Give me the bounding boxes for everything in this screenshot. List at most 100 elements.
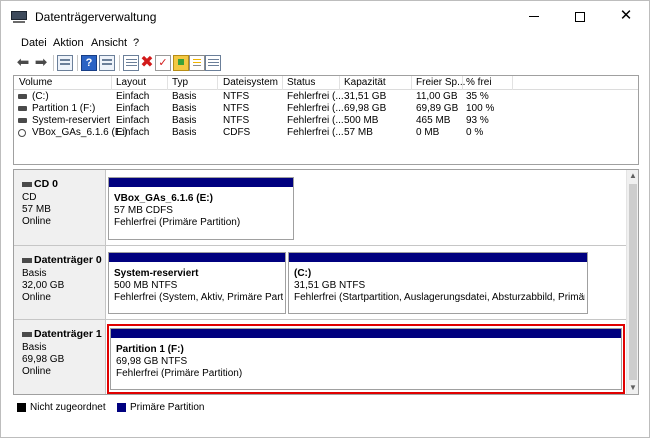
legend: Nicht zugeordnet Primäre Partition bbox=[13, 397, 639, 419]
menu-datei[interactable]: Datei bbox=[21, 37, 47, 49]
volume-dateisystem: NTFS bbox=[223, 103, 250, 114]
disk-management-app-icon bbox=[11, 11, 27, 23]
volume-layout: Einfach bbox=[116, 103, 150, 114]
volume-frei: 69,89 GB bbox=[416, 103, 459, 114]
volume-kapazitaet: 31,51 GB bbox=[344, 91, 387, 102]
forward-arrow-icon[interactable]: ➡ bbox=[33, 55, 49, 71]
scroll-down-icon[interactable]: ▼ bbox=[627, 382, 638, 394]
disk-label-datentraeger0[interactable]: Datenträger 0 Basis 32,00 GB Online bbox=[14, 246, 106, 319]
title-bar[interactable]: Datenträgerverwaltung ✕ bbox=[1, 1, 649, 33]
volume-name: Partition 1 (F:) bbox=[32, 103, 96, 114]
volume-frei: 465 MB bbox=[416, 115, 451, 126]
disk-icon bbox=[18, 106, 27, 111]
list-view-icon[interactable] bbox=[57, 55, 73, 71]
volume-status: Fehlerfrei (... bbox=[287, 103, 344, 114]
volume-dateisystem: CDFS bbox=[223, 127, 251, 138]
disk-name: Datenträger 1 bbox=[34, 328, 102, 340]
primary-partition-bar bbox=[109, 178, 293, 187]
column-prozent-frei[interactable]: % frei bbox=[466, 77, 492, 88]
volume-row[interactable]: System-reserviert Einfach Basis NTFS Feh… bbox=[14, 115, 638, 127]
partition-size: 69,98 GB NTFS bbox=[116, 356, 188, 367]
volume-list-header: Volume Layout Typ Dateisystem Status Kap… bbox=[14, 76, 638, 90]
properties-icon[interactable] bbox=[99, 55, 115, 71]
volume-kapazitaet: 500 MB bbox=[344, 115, 379, 126]
disk-name: CD 0 bbox=[34, 178, 58, 190]
partition-status: Fehlerfrei (Startpartition, Auslagerungs… bbox=[294, 292, 585, 303]
document-icon[interactable] bbox=[189, 55, 205, 71]
volume-dateisystem: NTFS bbox=[223, 115, 250, 126]
volume-name: (C:) bbox=[32, 91, 49, 102]
partition-system-reserviert[interactable]: System-reserviert 500 MB NTFS Fehlerfrei… bbox=[108, 252, 286, 314]
column-status[interactable]: Status bbox=[287, 77, 315, 88]
volume-status: Fehlerfrei (... bbox=[287, 115, 344, 126]
partition-size: 57 MB CDFS bbox=[114, 205, 173, 216]
volume-name: System-reserviert bbox=[32, 115, 111, 126]
volume-frei: 11,00 GB bbox=[416, 91, 458, 102]
column-volume[interactable]: Volume bbox=[19, 77, 52, 88]
column-dateisystem[interactable]: Dateisystem bbox=[223, 77, 278, 88]
scroll-thumb[interactable] bbox=[629, 184, 637, 380]
disk-icon bbox=[18, 94, 27, 99]
partition-c[interactable]: (C:) 31,51 GB NTFS Fehlerfrei (Startpart… bbox=[288, 252, 588, 314]
folder-up-icon[interactable] bbox=[173, 55, 189, 71]
disk-row-datentraeger1[interactable]: Datenträger 1 Basis 69,98 GB Online Part… bbox=[14, 320, 626, 394]
disk-row-datentraeger0[interactable]: Datenträger 0 Basis 32,00 GB Online Syst… bbox=[14, 246, 626, 320]
volume-layout: Einfach bbox=[116, 115, 150, 126]
column-kapazitaet[interactable]: Kapazität bbox=[344, 77, 386, 88]
column-freier-speicher[interactable]: Freier Sp... bbox=[416, 77, 465, 88]
scroll-up-icon[interactable]: ▲ bbox=[627, 170, 638, 182]
primary-partition-bar bbox=[111, 329, 621, 338]
partition-vbox-e[interactable]: VBox_GAs_6.1.6 (E:) 57 MB CDFS Fehlerfre… bbox=[108, 177, 294, 240]
partition-size: 500 MB NTFS bbox=[114, 280, 178, 291]
volume-typ: Basis bbox=[172, 91, 197, 102]
primary-partition-bar bbox=[109, 253, 285, 262]
minimize-button[interactable] bbox=[511, 1, 557, 33]
menu-ansicht[interactable]: Ansicht bbox=[91, 37, 127, 49]
disk-row-cd0[interactable]: CD 0 CD 57 MB Online VBox_GAs_6.1.6 (E:)… bbox=[14, 170, 626, 246]
disk-management-window: Datenträgerverwaltung ✕ Datei Aktion Ans… bbox=[0, 0, 650, 438]
volume-typ: Basis bbox=[172, 103, 197, 114]
disk-size: 57 MB bbox=[22, 204, 51, 215]
disk-type: CD bbox=[22, 192, 37, 203]
volume-prozent: 0 % bbox=[466, 127, 484, 138]
partition-name: Partition 1 (F:) bbox=[116, 344, 184, 355]
volume-name: VBox_GAs_6.1.6 (E:) bbox=[32, 127, 128, 138]
check-icon[interactable]: ✓ bbox=[155, 55, 171, 71]
disk-label-cd0[interactable]: CD 0 CD 57 MB Online bbox=[14, 170, 106, 245]
column-layout[interactable]: Layout bbox=[116, 77, 146, 88]
disk-label-datentraeger1[interactable]: Datenträger 1 Basis 69,98 GB Online bbox=[14, 320, 106, 394]
disk-map-scrollbar[interactable]: ▲ ▼ bbox=[626, 170, 638, 394]
back-arrow-icon[interactable]: ⬅ bbox=[15, 55, 31, 71]
volume-row[interactable]: (C:) Einfach Basis NTFS Fehlerfrei (... … bbox=[14, 91, 638, 103]
volume-row[interactable]: VBox_GAs_6.1.6 (E:) Einfach Basis CDFS F… bbox=[14, 127, 638, 139]
disk-size: 69,98 GB bbox=[22, 354, 65, 365]
volume-row[interactable]: Partition 1 (F:) Einfach Basis NTFS Fehl… bbox=[14, 103, 638, 115]
primary-partition-swatch bbox=[117, 403, 126, 412]
connect-icon[interactable] bbox=[123, 55, 139, 71]
maximize-button[interactable] bbox=[557, 1, 603, 33]
close-button[interactable]: ✕ bbox=[603, 1, 649, 33]
volume-typ: Basis bbox=[172, 115, 197, 126]
volume-kapazitaet: 57 MB bbox=[344, 127, 373, 138]
cd-drive-icon bbox=[22, 181, 32, 187]
help-icon[interactable]: ? bbox=[81, 55, 97, 71]
volume-layout: Einfach bbox=[116, 127, 150, 138]
column-typ[interactable]: Typ bbox=[172, 77, 188, 88]
volume-list[interactable]: Volume Layout Typ Dateisystem Status Kap… bbox=[13, 75, 639, 165]
disk-map[interactable]: CD 0 CD 57 MB Online VBox_GAs_6.1.6 (E:)… bbox=[13, 169, 639, 395]
disk-icon bbox=[18, 118, 27, 123]
volume-prozent: 93 % bbox=[466, 115, 489, 126]
disk-type: Basis bbox=[22, 342, 47, 353]
volume-typ: Basis bbox=[172, 127, 197, 138]
legend-unallocated: Nicht zugeordnet bbox=[30, 402, 106, 413]
partition-1-f[interactable]: Partition 1 (F:) 69,98 GB NTFS Fehlerfre… bbox=[110, 328, 622, 390]
toolbar: ⬅ ➡ ? ✖ ✓ bbox=[1, 53, 649, 73]
legend-primary-partition: Primäre Partition bbox=[130, 402, 205, 413]
disk-status: Online bbox=[22, 366, 51, 377]
list-icon[interactable] bbox=[205, 55, 221, 71]
menu-help[interactable]: ? bbox=[133, 37, 139, 49]
delete-icon[interactable]: ✖ bbox=[139, 55, 155, 71]
menu-aktion[interactable]: Aktion bbox=[53, 37, 84, 49]
disk-status: Online bbox=[22, 216, 51, 227]
volume-kapazitaet: 69,98 GB bbox=[344, 103, 387, 114]
